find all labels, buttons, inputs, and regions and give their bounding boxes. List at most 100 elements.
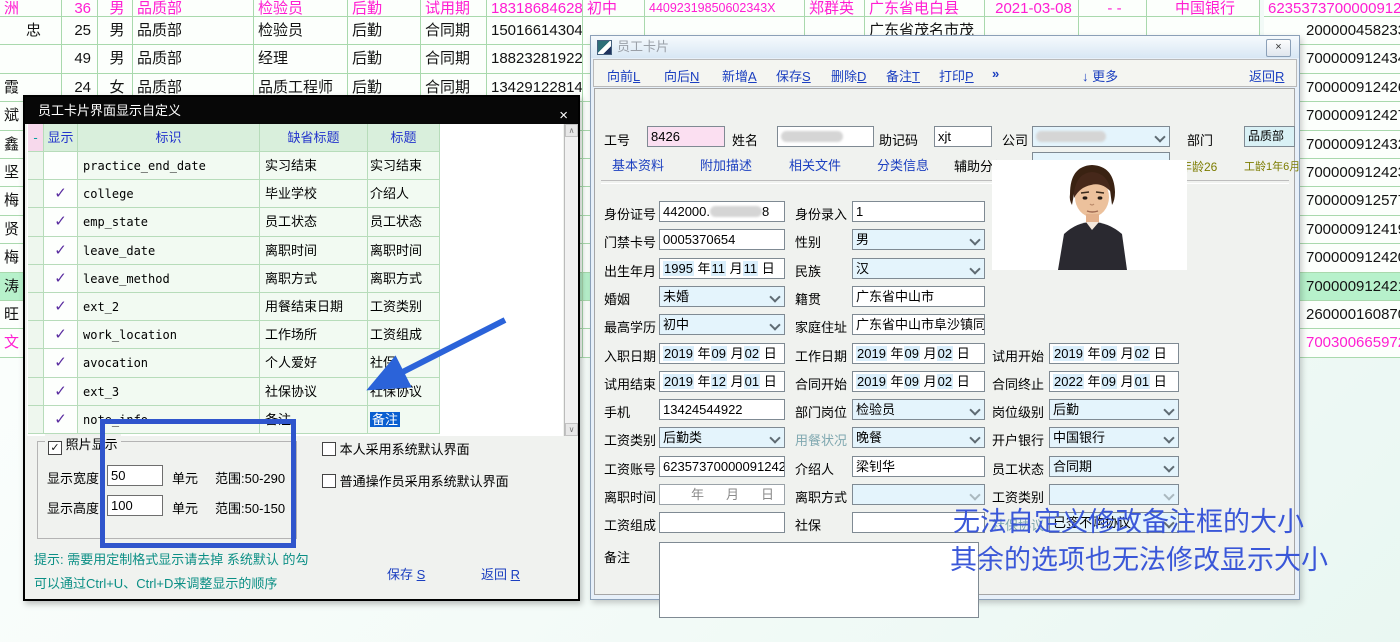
column-header-show[interactable]: 显示 (44, 124, 78, 152)
column-header-field[interactable]: 标识 (78, 124, 260, 152)
column-header-title[interactable]: 标题 (368, 124, 440, 152)
form-date-工作日期[interactable]: 2019 年09 月02 日 (852, 343, 985, 364)
table-cell[interactable]: 品质部 (133, 45, 254, 73)
chevron-down-icon[interactable] (969, 433, 980, 444)
form-field-家庭住址[interactable]: 广东省中山市阜沙镇同棋 (852, 314, 985, 335)
toolbar-button-t[interactable]: 备注T (886, 66, 920, 85)
field-name-cell[interactable]: emp_state (78, 208, 260, 236)
toolbar-button-p[interactable]: 打印P (939, 66, 974, 85)
form-field-工资组成[interactable] (659, 512, 785, 533)
more-button[interactable]: ↓ 更多 (1082, 66, 1118, 85)
form-select-婚姻[interactable]: 未婚 (659, 286, 785, 307)
table-cell[interactable]: 品质部 (133, 0, 254, 17)
field-name-cell[interactable]: ext_2 (78, 293, 260, 321)
row-indicator[interactable] (28, 378, 44, 406)
default-title-cell[interactable]: 离职方式 (260, 265, 368, 293)
table-cell[interactable] (0, 45, 62, 73)
form-select-用餐状况[interactable]: 晚餐 (852, 427, 985, 448)
table-cell[interactable]: 6235373700000912672 (1264, 0, 1400, 17)
field-name-cell[interactable]: work_location (78, 321, 260, 349)
row-indicator[interactable] (28, 152, 44, 180)
emp-no-field[interactable]: 8426 (647, 126, 725, 147)
chevron-down-icon[interactable] (769, 433, 780, 444)
table-cell[interactable]: 后勤 (348, 17, 421, 45)
chevron-down-icon[interactable] (969, 235, 980, 246)
default-title-cell[interactable]: 实习结束 (260, 152, 368, 180)
table-cell[interactable]: 洲 (0, 0, 62, 17)
form-date-合同开始[interactable]: 2019 年09 月02 日 (852, 371, 985, 392)
table-cell[interactable]: 后勤 (348, 0, 421, 17)
row-indicator[interactable] (28, 208, 44, 236)
field-name-cell[interactable]: ext_3 (78, 378, 260, 406)
note-textarea[interactable] (659, 542, 979, 618)
check-icon[interactable]: ✓ (44, 406, 78, 434)
form-date-试用开始[interactable]: 2019 年09 月02 日 (1049, 343, 1179, 364)
table-cell[interactable]: 品质部 (133, 17, 254, 45)
form-date-入职日期[interactable]: 2019 年09 月02 日 (659, 343, 785, 364)
title-cell[interactable]: 介绍人 (368, 180, 440, 208)
toolbar-button-n[interactable]: 向后N (664, 66, 699, 85)
scroll-down-icon[interactable]: ∨ (565, 423, 578, 436)
form-select-民族[interactable]: 汉 (852, 258, 985, 279)
check-icon[interactable]: ✓ (44, 265, 78, 293)
table-cell[interactable]: 18823281922 (487, 45, 583, 73)
table-cell[interactable]: 44092319850602343X (645, 0, 805, 17)
row-indicator[interactable] (28, 293, 44, 321)
check-icon[interactable]: ✓ (44, 378, 78, 406)
double-chevron-icon[interactable]: » (992, 66, 999, 81)
chevron-down-icon[interactable] (769, 320, 780, 331)
default-title-cell[interactable]: 社保协议 (260, 378, 368, 406)
table-cell[interactable]: 36 (62, 0, 98, 17)
dept-field[interactable]: 品质部 (1244, 126, 1295, 147)
check-icon[interactable]: ✓ (44, 321, 78, 349)
toolbar-button-a[interactable]: 新增A (722, 66, 757, 85)
row-indicator[interactable] (28, 406, 44, 434)
toolbar-button-d[interactable]: 删除D (831, 66, 866, 85)
chevron-down-icon[interactable] (1163, 489, 1174, 500)
table-cell[interactable]: 检验员 (254, 17, 348, 45)
form-select-部门岗位[interactable]: 检验员 (852, 399, 985, 420)
table-cell[interactable]: 男 (98, 0, 133, 17)
table-cell[interactable]: 后勤 (348, 45, 421, 73)
chevron-down-icon[interactable] (1154, 131, 1165, 142)
form-select-工资类别[interactable]: 后勤类 (659, 427, 785, 448)
corner-header[interactable]: - (28, 124, 44, 152)
form-field-介绍人[interactable]: 梁钊华 (852, 456, 985, 477)
table-cell[interactable]: 经理 (254, 45, 348, 73)
tab-4[interactable]: 分类信息 (877, 155, 929, 174)
default-title-cell[interactable]: 用餐结束日期 (260, 293, 368, 321)
tab-1[interactable]: 基本资料 (612, 155, 664, 174)
table-cell[interactable]: 合同期 (421, 45, 487, 73)
chevron-down-icon[interactable] (969, 489, 980, 500)
close-icon[interactable]: × (1266, 39, 1291, 57)
chevron-down-icon[interactable] (1163, 404, 1174, 415)
return-button[interactable]: 返回R (1249, 66, 1284, 85)
column-header-default-title[interactable]: 缺省标题 (260, 124, 368, 152)
chevron-down-icon[interactable] (969, 263, 980, 274)
row-indicator[interactable] (28, 180, 44, 208)
check-icon[interactable]: ✓ (44, 208, 78, 236)
title-cell[interactable]: 实习结束 (368, 152, 440, 180)
form-field-身份录入[interactable]: 1 (852, 201, 985, 222)
tab-2[interactable]: 附加描述 (700, 155, 752, 174)
vertical-scrollbar[interactable]: ∧ ∨ (564, 124, 578, 436)
table-cell[interactable]: - - (1079, 0, 1147, 17)
check-icon[interactable]: ✓ (44, 180, 78, 208)
table-cell[interactable]: 初中 (583, 0, 645, 17)
toolbar-button-s[interactable]: 保存S (776, 66, 811, 85)
return-button[interactable]: 返回 R (481, 564, 520, 583)
name-field[interactable] (777, 126, 874, 147)
toolbar-button-l[interactable]: 向前L (607, 66, 640, 85)
default-title-cell[interactable]: 员工状态 (260, 208, 368, 236)
mnemonic-field[interactable]: xjt (934, 126, 992, 147)
table-cell[interactable]: 25 (62, 17, 98, 45)
form-field-手机[interactable]: 13424544922 (659, 399, 785, 420)
table-cell[interactable]: 49 (62, 45, 98, 73)
title-cell[interactable]: 离职时间 (368, 237, 440, 265)
table-cell[interactable]: 广东省电白县 (865, 0, 985, 17)
chevron-down-icon[interactable] (769, 291, 780, 302)
title-cell[interactable]: 备注 (368, 406, 440, 434)
title-cell[interactable]: 员工状态 (368, 208, 440, 236)
table-cell[interactable]: 18318684628 (487, 0, 583, 17)
field-name-cell[interactable]: avocation (78, 349, 260, 377)
